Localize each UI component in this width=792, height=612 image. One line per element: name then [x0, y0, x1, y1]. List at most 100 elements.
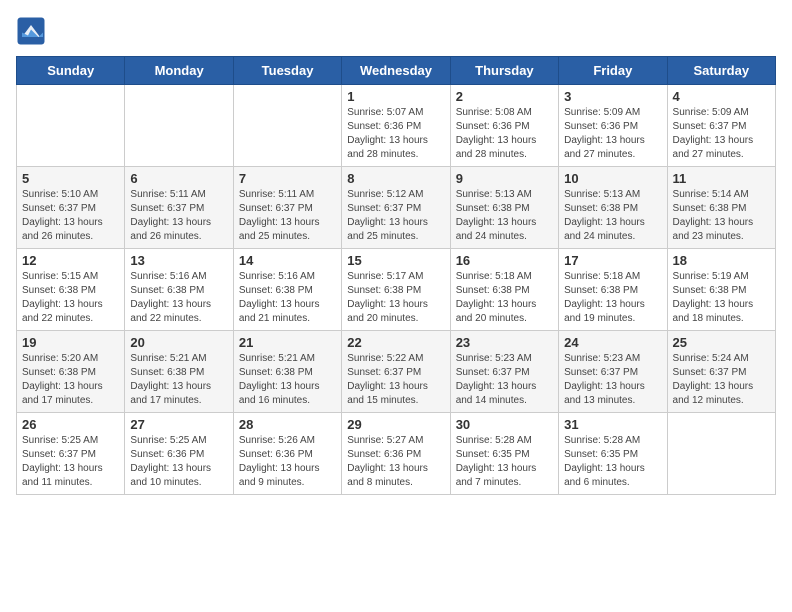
calendar-cell: 14 Sunrise: 5:16 AM Sunset: 6:38 PM Dayli… — [233, 249, 341, 331]
calendar-cell — [125, 85, 233, 167]
day-info: Sunrise: 5:13 AM Sunset: 6:38 PM Dayligh… — [564, 188, 661, 244]
calendar-cell: 10 Sunrise: 5:13 AM Sunset: 6:38 PM Dayli… — [559, 167, 667, 249]
day-number: 26 — [22, 417, 119, 432]
calendar-cell: 23 Sunrise: 5:23 AM Sunset: 6:37 PM Dayli… — [450, 331, 558, 413]
day-info: Sunrise: 5:18 AM Sunset: 6:38 PM Dayligh… — [564, 270, 661, 326]
calendar-cell — [667, 413, 775, 495]
day-number: 6 — [130, 171, 227, 186]
calendar-cell: 30 Sunrise: 5:28 AM Sunset: 6:35 PM Dayli… — [450, 413, 558, 495]
weekday-header-friday: Friday — [559, 57, 667, 85]
calendar-cell — [233, 85, 341, 167]
calendar-cell: 16Sunrise: 5:18 AM Sunset: 6:38 PM Dayli… — [450, 249, 558, 331]
day-number: 11 — [673, 171, 770, 186]
calendar-cell: 29Sunrise: 5:27 AM Sunset: 6:36 PM Dayli… — [342, 413, 450, 495]
calendar-cell: 9 Sunrise: 5:13 AM Sunset: 6:38 PM Daylig… — [450, 167, 558, 249]
weekday-header-saturday: Saturday — [667, 57, 775, 85]
day-number: 27 — [130, 417, 227, 432]
day-info: Sunrise: 5:28 AM Sunset: 6:35 PM Dayligh… — [564, 434, 661, 490]
day-info: Sunrise: 5:12 AM Sunset: 6:37 PM Dayligh… — [347, 188, 444, 244]
day-number: 28 — [239, 417, 336, 432]
day-info: Sunrise: 5:08 AM Sunset: 6:36 PM Dayligh… — [456, 106, 553, 162]
day-number: 3 — [564, 89, 661, 104]
day-number: 22 — [347, 335, 444, 350]
calendar-cell: 6Sunrise: 5:11 AM Sunset: 6:37 PM Daylig… — [125, 167, 233, 249]
calendar-cell: 11 Sunrise: 5:14 AM Sunset: 6:38 PM Dayli… — [667, 167, 775, 249]
calendar-cell: 8 Sunrise: 5:12 AM Sunset: 6:37 PM Daylig… — [342, 167, 450, 249]
day-number: 13 — [130, 253, 227, 268]
day-number: 8 — [347, 171, 444, 186]
day-info: Sunrise: 5:15 AM Sunset: 6:38 PM Dayligh… — [22, 270, 119, 326]
day-number: 1 — [347, 89, 444, 104]
day-info: Sunrise: 5:24 AM Sunset: 6:37 PM Dayligh… — [673, 352, 770, 408]
day-info: Sunrise: 5:07 AM Sunset: 6:36 PM Dayligh… — [347, 106, 444, 162]
day-info: Sunrise: 5:17 AM Sunset: 6:38 PM Dayligh… — [347, 270, 444, 326]
day-number: 30 — [456, 417, 553, 432]
day-info: Sunrise: 5:22 AM Sunset: 6:37 PM Dayligh… — [347, 352, 444, 408]
day-info: Sunrise: 5:10 AM Sunset: 6:37 PM Dayligh… — [22, 188, 119, 244]
calendar-table: SundayMondayTuesdayWednesdayThursdayFrid… — [16, 56, 776, 495]
calendar-cell: 13 Sunrise: 5:16 AM Sunset: 6:38 PM Dayli… — [125, 249, 233, 331]
calendar-cell: 27 Sunrise: 5:25 AM Sunset: 6:36 PM Dayli… — [125, 413, 233, 495]
calendar-cell: 15 Sunrise: 5:17 AM Sunset: 6:38 PM Dayli… — [342, 249, 450, 331]
day-number: 15 — [347, 253, 444, 268]
day-number: 12 — [22, 253, 119, 268]
day-number: 14 — [239, 253, 336, 268]
day-info: Sunrise: 5:25 AM Sunset: 6:37 PM Dayligh… — [22, 434, 119, 490]
calendar-cell: 3Sunrise: 5:09 AM Sunset: 6:36 PM Daylig… — [559, 85, 667, 167]
day-info: Sunrise: 5:11 AM Sunset: 6:37 PM Dayligh… — [239, 188, 336, 244]
week-row-2: 5 Sunrise: 5:10 AM Sunset: 6:37 PM Daylig… — [17, 167, 776, 249]
day-number: 4 — [673, 89, 770, 104]
weekday-header-sunday: Sunday — [17, 57, 125, 85]
day-info: Sunrise: 5:13 AM Sunset: 6:38 PM Dayligh… — [456, 188, 553, 244]
day-number: 31 — [564, 417, 661, 432]
calendar-cell: 5 Sunrise: 5:10 AM Sunset: 6:37 PM Daylig… — [17, 167, 125, 249]
day-number: 18 — [673, 253, 770, 268]
day-number: 19 — [22, 335, 119, 350]
calendar-cell: 12 Sunrise: 5:15 AM Sunset: 6:38 PM Dayli… — [17, 249, 125, 331]
calendar-cell — [17, 85, 125, 167]
weekday-header-thursday: Thursday — [450, 57, 558, 85]
calendar-cell: 4 Sunrise: 5:09 AM Sunset: 6:37 PM Daylig… — [667, 85, 775, 167]
day-info: Sunrise: 5:23 AM Sunset: 6:37 PM Dayligh… — [456, 352, 553, 408]
day-number: 23 — [456, 335, 553, 350]
day-info: Sunrise: 5:16 AM Sunset: 6:38 PM Dayligh… — [130, 270, 227, 326]
day-number: 10 — [564, 171, 661, 186]
day-number: 20 — [130, 335, 227, 350]
day-number: 25 — [673, 335, 770, 350]
day-number: 17 — [564, 253, 661, 268]
day-info: Sunrise: 5:26 AM Sunset: 6:36 PM Dayligh… — [239, 434, 336, 490]
calendar-cell: 25 Sunrise: 5:24 AM Sunset: 6:37 PM Dayli… — [667, 331, 775, 413]
day-info: Sunrise: 5:19 AM Sunset: 6:38 PM Dayligh… — [673, 270, 770, 326]
week-row-3: 12 Sunrise: 5:15 AM Sunset: 6:38 PM Dayli… — [17, 249, 776, 331]
logo-icon — [16, 16, 46, 46]
calendar-cell: 28 Sunrise: 5:26 AM Sunset: 6:36 PM Dayli… — [233, 413, 341, 495]
day-info: Sunrise: 5:14 AM Sunset: 6:38 PM Dayligh… — [673, 188, 770, 244]
calendar-cell: 1 Sunrise: 5:07 AM Sunset: 6:36 PM Daylig… — [342, 85, 450, 167]
calendar-cell: 18 Sunrise: 5:19 AM Sunset: 6:38 PM Dayli… — [667, 249, 775, 331]
weekday-header-row: SundayMondayTuesdayWednesdayThursdayFrid… — [17, 57, 776, 85]
page-header — [16, 16, 776, 46]
day-info: Sunrise: 5:20 AM Sunset: 6:38 PM Dayligh… — [22, 352, 119, 408]
day-number: 5 — [22, 171, 119, 186]
day-info: Sunrise: 5:09 AM Sunset: 6:37 PM Dayligh… — [673, 106, 770, 162]
calendar-cell: 19 Sunrise: 5:20 AM Sunset: 6:38 PM Dayli… — [17, 331, 125, 413]
day-info: Sunrise: 5:16 AM Sunset: 6:38 PM Dayligh… — [239, 270, 336, 326]
day-number: 2 — [456, 89, 553, 104]
calendar-cell: 24 Sunrise: 5:23 AM Sunset: 6:37 PM Dayli… — [559, 331, 667, 413]
day-info: Sunrise: 5:28 AM Sunset: 6:35 PM Dayligh… — [456, 434, 553, 490]
week-row-5: 26 Sunrise: 5:25 AM Sunset: 6:37 PM Dayli… — [17, 413, 776, 495]
day-info: Sunrise: 5:25 AM Sunset: 6:36 PM Dayligh… — [130, 434, 227, 490]
calendar-cell: 21Sunrise: 5:21 AM Sunset: 6:38 PM Dayli… — [233, 331, 341, 413]
calendar-cell: 17 Sunrise: 5:18 AM Sunset: 6:38 PM Dayli… — [559, 249, 667, 331]
weekday-header-monday: Monday — [125, 57, 233, 85]
day-number: 21 — [239, 335, 336, 350]
day-info: Sunrise: 5:23 AM Sunset: 6:37 PM Dayligh… — [564, 352, 661, 408]
calendar-cell: 26 Sunrise: 5:25 AM Sunset: 6:37 PM Dayli… — [17, 413, 125, 495]
calendar-cell: 2 Sunrise: 5:08 AM Sunset: 6:36 PM Daylig… — [450, 85, 558, 167]
day-number: 9 — [456, 171, 553, 186]
week-row-4: 19 Sunrise: 5:20 AM Sunset: 6:38 PM Dayli… — [17, 331, 776, 413]
calendar-cell: 31 Sunrise: 5:28 AM Sunset: 6:35 PM Dayli… — [559, 413, 667, 495]
day-number: 24 — [564, 335, 661, 350]
day-number: 7 — [239, 171, 336, 186]
weekday-header-tuesday: Tuesday — [233, 57, 341, 85]
